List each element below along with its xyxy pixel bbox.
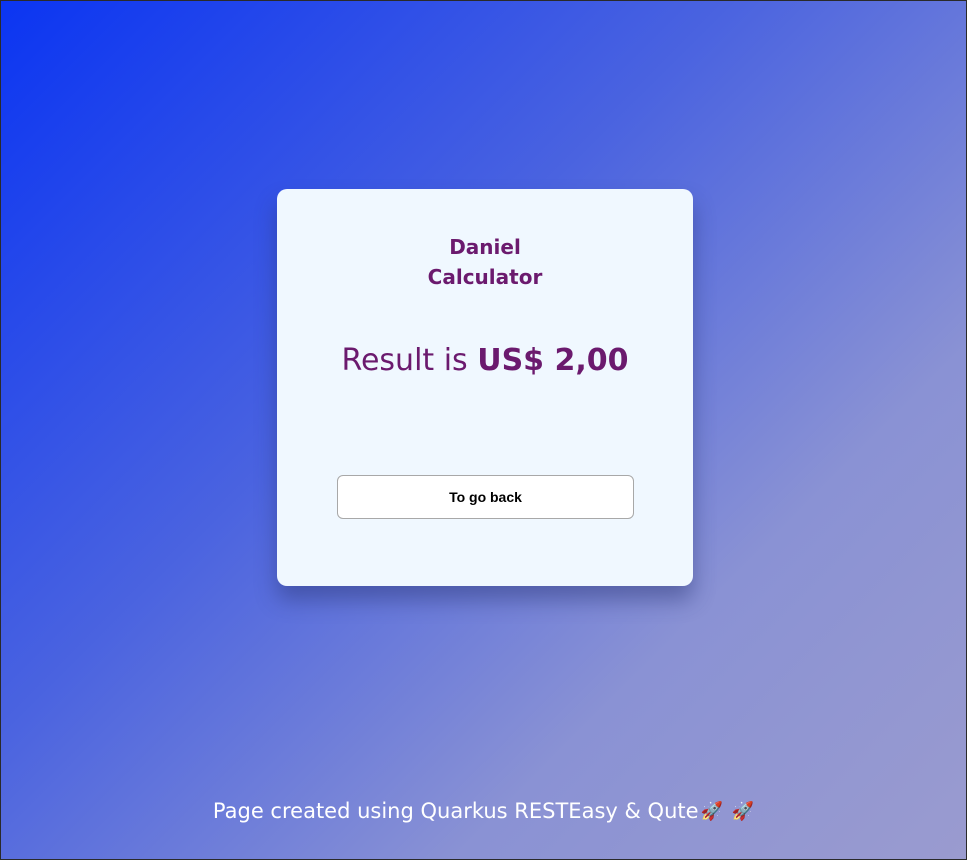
card-title-line1: Daniel	[449, 235, 521, 259]
rocket-icon: 🚀	[700, 801, 723, 822]
card-title: Daniel Calculator	[277, 232, 693, 292]
card-title-line2: Calculator	[427, 265, 543, 289]
result-text: Result is US$ 2,00	[277, 341, 693, 381]
footer: Page created using Quarkus RESTEasy & Qu…	[1, 796, 966, 827]
result-label: Result is	[341, 343, 478, 378]
footer-text: Page created using Quarkus RESTEasy & Qu…	[212, 799, 699, 823]
calculator-card: Daniel Calculator Result is US$ 2,00 To …	[277, 189, 693, 586]
rocket-icon: 🚀	[731, 801, 755, 822]
result-value: US$ 2,00	[477, 343, 629, 378]
go-back-button[interactable]: To go back	[337, 475, 634, 519]
page-background: Daniel Calculator Result is US$ 2,00 To …	[0, 0, 967, 860]
